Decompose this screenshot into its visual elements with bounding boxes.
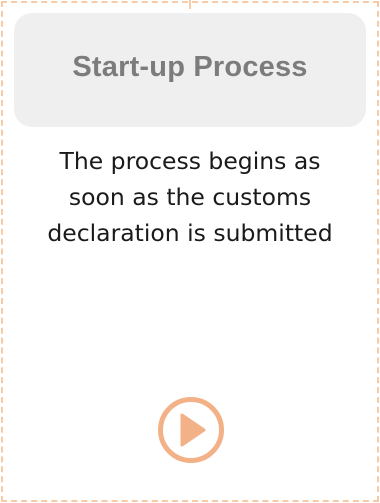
card-title: Start-up Process (72, 50, 308, 83)
card-description: The process begins as soon as the custom… (47, 147, 333, 247)
play-button[interactable] (157, 396, 225, 464)
title-box: Start-up Process (14, 13, 366, 127)
play-icon (158, 397, 224, 463)
connector-tick (189, 0, 191, 9)
